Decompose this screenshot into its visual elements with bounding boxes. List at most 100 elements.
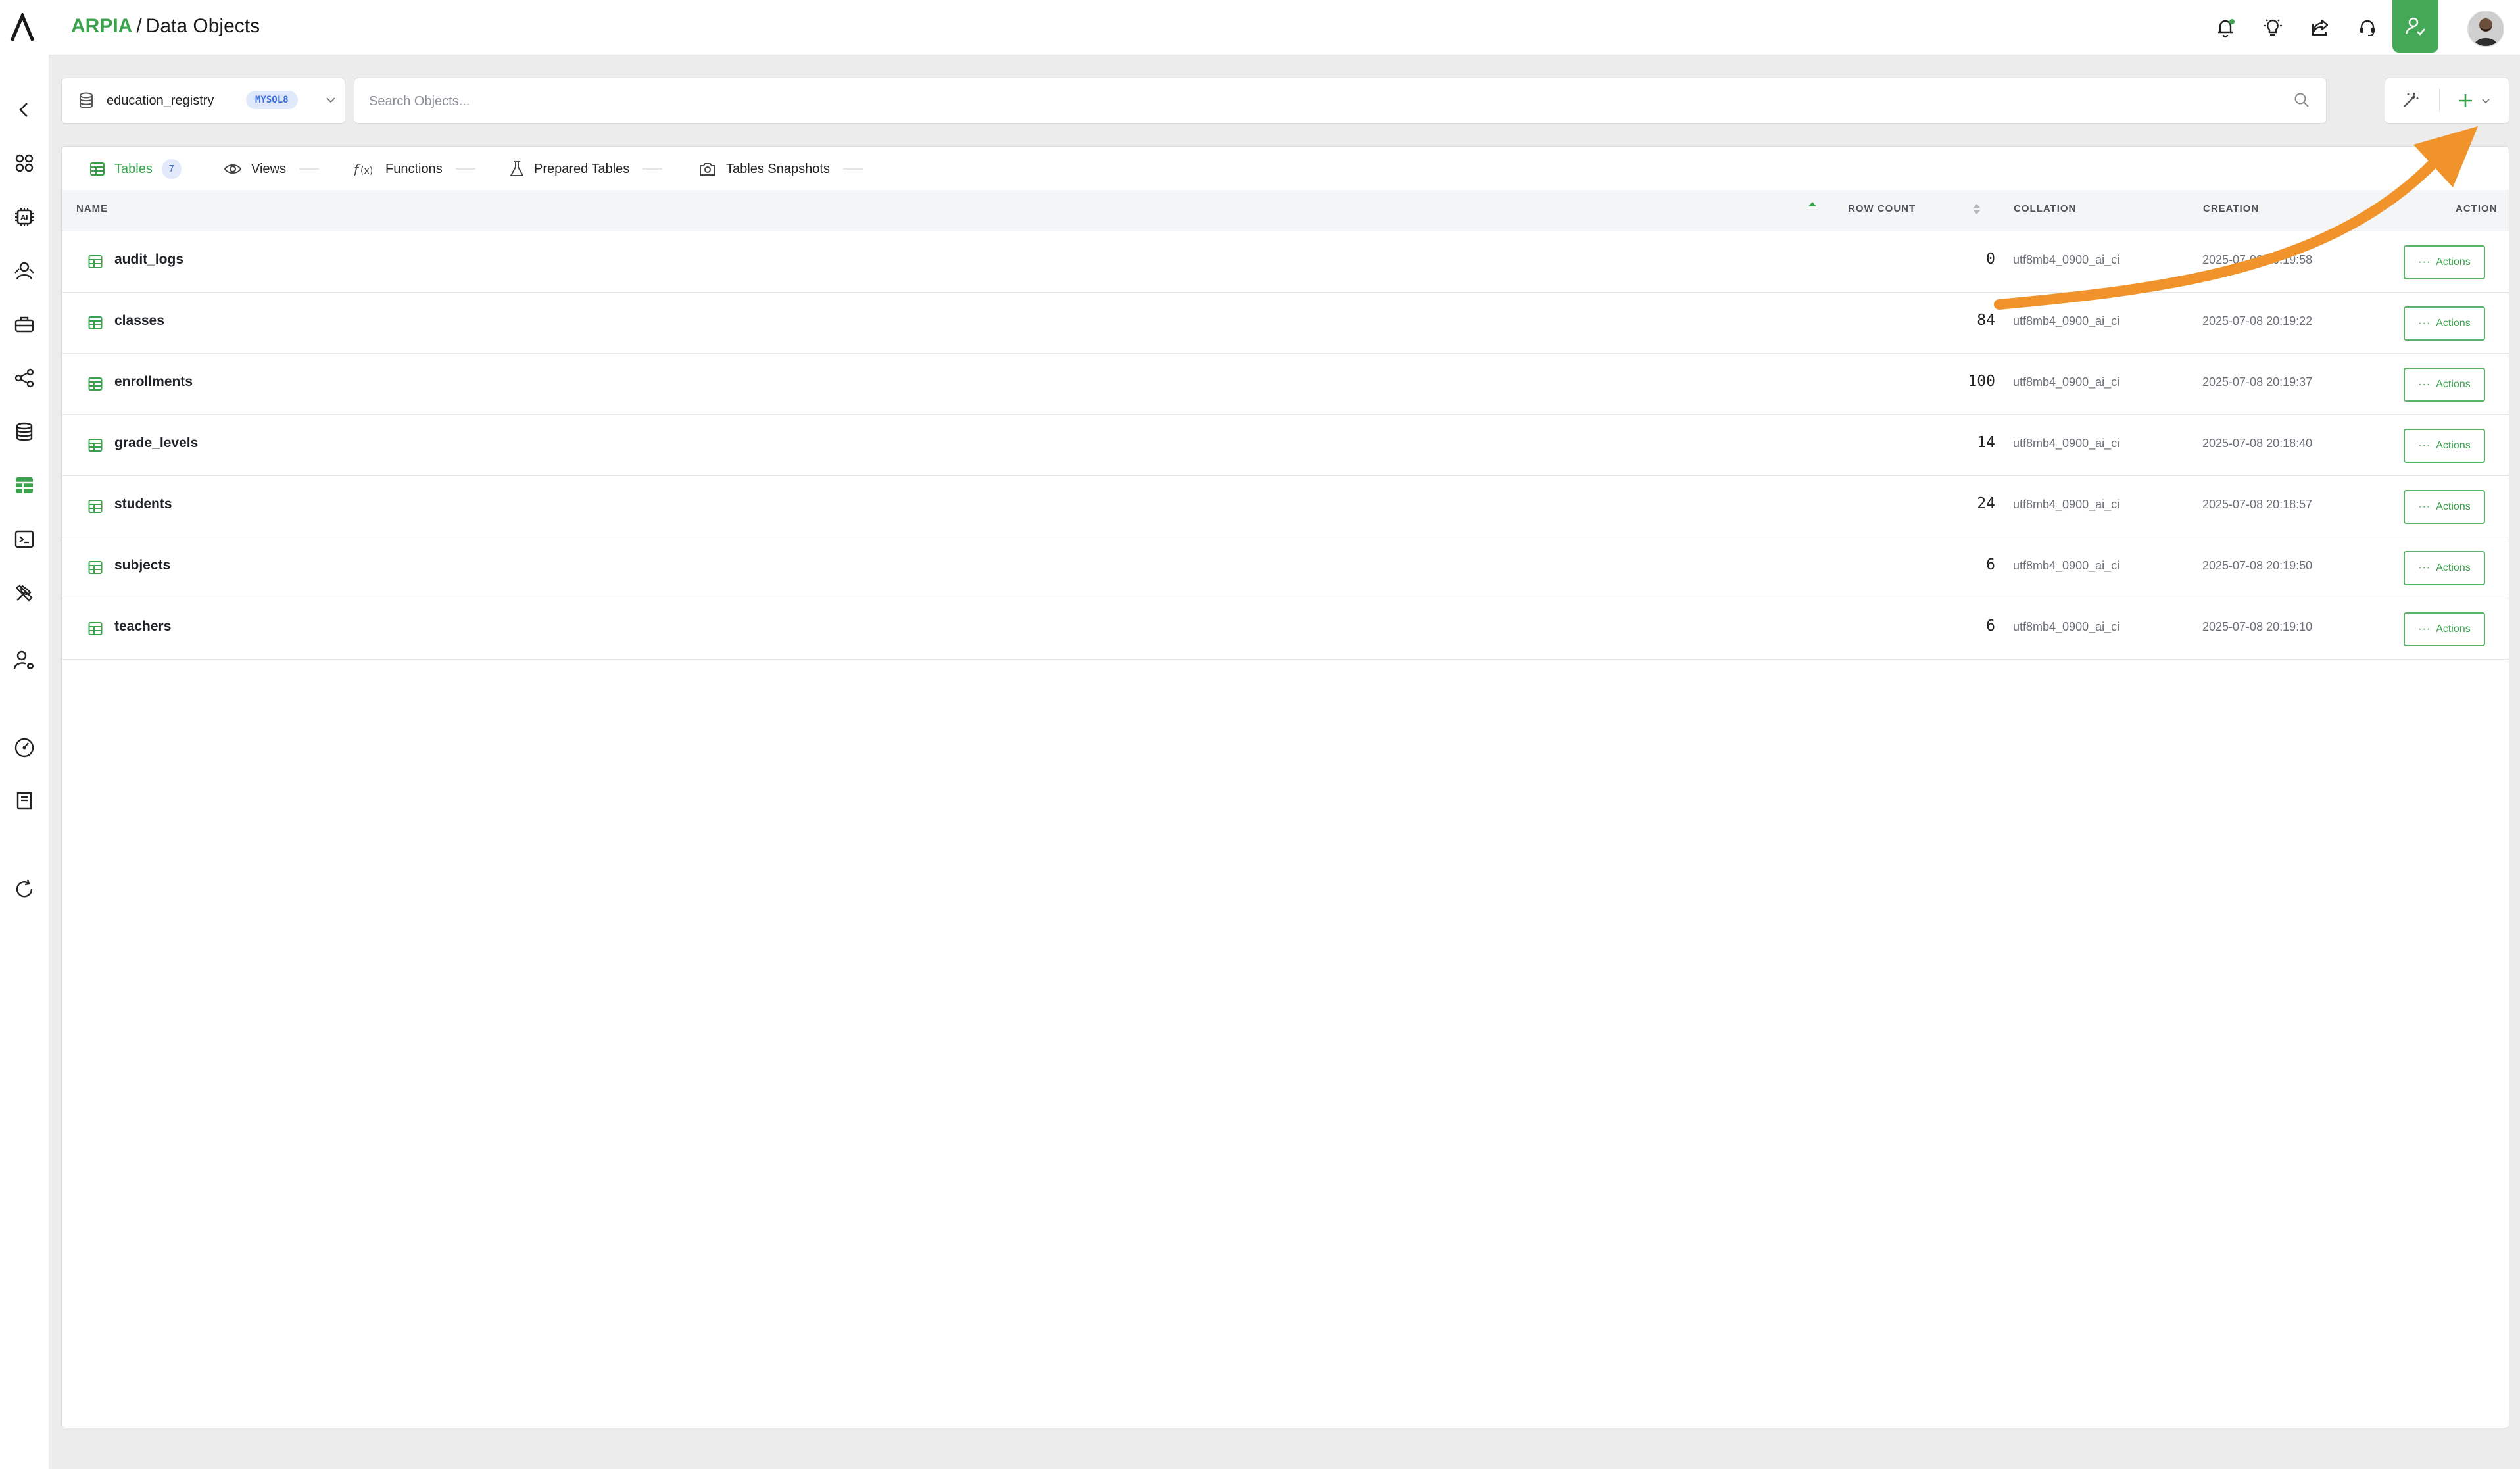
actions-button[interactable]: ··· Actions: [2404, 306, 2485, 341]
table-name[interactable]: audit_logs: [114, 252, 183, 268]
database-type-badge: MYSQL8: [246, 91, 298, 109]
table-name[interactable]: students: [114, 496, 172, 512]
collation-value: utf8mb4_0900_ai_ci: [2013, 375, 2120, 389]
table-name[interactable]: classes: [114, 313, 164, 329]
breadcrumb-brand[interactable]: ARPIA: [71, 15, 132, 37]
table-row[interactable]: enrollments 100 utf8mb4_0900_ai_ci 2025-07-…: [62, 353, 2509, 415]
search-input[interactable]: [368, 87, 2264, 115]
creation-value: 2025-07-08 20:19:58: [2202, 253, 2313, 266]
more-dots-icon: ···: [2418, 501, 2431, 512]
tools-icon[interactable]: [11, 579, 38, 607]
more-dots-icon: ···: [2418, 318, 2431, 329]
row-count-value: 6: [1986, 617, 1995, 635]
lightbulb-icon[interactable]: [2260, 14, 2286, 41]
table-name[interactable]: subjects: [114, 558, 170, 573]
tab-tables-snapshots[interactable]: Tables Snapshots: [698, 156, 863, 182]
book-icon[interactable]: [11, 787, 38, 815]
actions-label: Actions: [2436, 623, 2471, 635]
search-objects-box: [354, 78, 2327, 124]
collation-value: utf8mb4_0900_ai_ci: [2013, 253, 2120, 266]
data-objects-table-icon[interactable]: [11, 471, 38, 499]
more-dots-icon: ···: [2418, 379, 2431, 390]
table-row[interactable]: students 24 utf8mb4_0900_ai_ci 2025-07-08 2…: [62, 475, 2509, 537]
table-name[interactable]: enrollments: [114, 374, 193, 390]
search-icon[interactable]: [2293, 91, 2310, 108]
ai-chip-icon[interactable]: AI: [11, 203, 38, 231]
more-dots-icon: ···: [2418, 562, 2431, 573]
creation-value: 2025-07-08 20:18:40: [2202, 437, 2313, 450]
user-network-icon[interactable]: [11, 257, 38, 285]
collation-value: utf8mb4_0900_ai_ci: [2013, 559, 2120, 572]
more-dots-icon: ···: [2418, 440, 2431, 451]
table-row[interactable]: teachers 6 utf8mb4_0900_ai_ci 2025-07-08 20…: [62, 598, 2509, 660]
share-icon[interactable]: [2307, 14, 2333, 41]
flask-icon: [510, 161, 523, 176]
tab-prepared-tables[interactable]: Prepared Tables: [509, 156, 663, 182]
collation-value: utf8mb4_0900_ai_ci: [2013, 620, 2120, 633]
table-row[interactable]: subjects 6 utf8mb4_0900_ai_ci 2025-07-08 20…: [62, 537, 2509, 598]
object-actions-group: [2385, 78, 2509, 124]
notifications-bell-icon[interactable]: [2212, 14, 2239, 41]
user-admin-button[interactable]: [2392, 0, 2438, 53]
tab-dash: [299, 168, 319, 170]
creation-value: 2025-07-08 20:18:57: [2202, 498, 2313, 511]
toolbox-icon[interactable]: [11, 310, 38, 338]
actions-button[interactable]: ··· Actions: [2404, 612, 2485, 646]
actions-label: Actions: [2436, 501, 2471, 512]
actions-label: Actions: [2436, 440, 2471, 451]
add-object-button[interactable]: [2456, 89, 2496, 112]
creation-value: 2025-07-08 20:19:10: [2202, 620, 2313, 633]
magic-wand-icon[interactable]: [2401, 90, 2421, 110]
arpia-logo-icon[interactable]: [9, 13, 36, 42]
sort-icon[interactable]: [1972, 202, 1982, 216]
column-header-creation[interactable]: CREATION: [2203, 203, 2259, 214]
table-row[interactable]: grade_levels 14 utf8mb4_0900_ai_ci 2025-07-…: [62, 414, 2509, 476]
apps-grid-icon[interactable]: [11, 149, 38, 177]
table-icon: [88, 255, 103, 268]
user-settings-icon[interactable]: [11, 646, 38, 674]
creation-value: 2025-07-08 20:19:22: [2202, 314, 2313, 327]
refresh-icon[interactable]: [11, 875, 38, 903]
creation-value: 2025-07-08 20:19:37: [2202, 375, 2313, 389]
row-count-value: 14: [1977, 434, 1995, 451]
column-header-row-count[interactable]: ROW COUNT: [1848, 203, 1916, 214]
table-row[interactable]: classes 84 utf8mb4_0900_ai_ci 2025-07-08 20…: [62, 292, 2509, 354]
table-icon: [88, 622, 103, 635]
table-name[interactable]: grade_levels: [114, 435, 198, 451]
collation-value: utf8mb4_0900_ai_ci: [2013, 314, 2120, 327]
column-header-collation[interactable]: COLLATION: [2014, 203, 2076, 214]
sidebar: AI: [0, 55, 49, 1469]
back-chevron-icon[interactable]: [11, 96, 38, 124]
plus-icon: [2459, 94, 2472, 107]
user-avatar[interactable]: [2467, 11, 2504, 47]
table-row[interactable]: audit_logs 0 utf8mb4_0900_ai_ci 2025-07-08 …: [62, 231, 2509, 293]
user-check-icon: [2405, 17, 2425, 36]
sort-ascending-icon[interactable]: [1806, 199, 1818, 208]
share-nodes-icon[interactable]: [11, 364, 38, 392]
actions-button[interactable]: ··· Actions: [2404, 245, 2485, 279]
row-count-value: 84: [1977, 312, 1995, 329]
support-headset-icon[interactable]: [2354, 14, 2381, 41]
tab-label: Tables Snapshots: [726, 161, 830, 176]
creation-value: 2025-07-08 20:19:50: [2202, 559, 2313, 572]
terminal-icon[interactable]: [11, 525, 38, 553]
actions-button[interactable]: ··· Actions: [2404, 368, 2485, 402]
tab-functions[interactable]: f (x) Functions: [354, 156, 475, 182]
object-type-tabs: Tables 7 Views f (x) Functions Prepared T…: [62, 147, 2509, 190]
tab-label: Functions: [385, 161, 443, 176]
tab-views[interactable]: Views: [224, 156, 319, 182]
column-header-name[interactable]: NAME: [76, 203, 108, 214]
database-selector[interactable]: education_registry MYSQL8: [61, 78, 345, 124]
database-icon[interactable]: [11, 418, 38, 446]
chevron-down-icon: [326, 97, 335, 103]
actions-button[interactable]: ··· Actions: [2404, 490, 2485, 524]
tab-tables[interactable]: Tables 7: [89, 156, 182, 182]
table-name[interactable]: teachers: [114, 619, 171, 635]
svg-text:(x): (x): [360, 166, 373, 176]
actions-button[interactable]: ··· Actions: [2404, 551, 2485, 585]
table-icon: [88, 316, 103, 329]
actions-label: Actions: [2436, 379, 2471, 390]
row-count-value: 6: [1986, 556, 1995, 573]
actions-button[interactable]: ··· Actions: [2404, 429, 2485, 463]
speedometer-icon[interactable]: [11, 734, 38, 761]
